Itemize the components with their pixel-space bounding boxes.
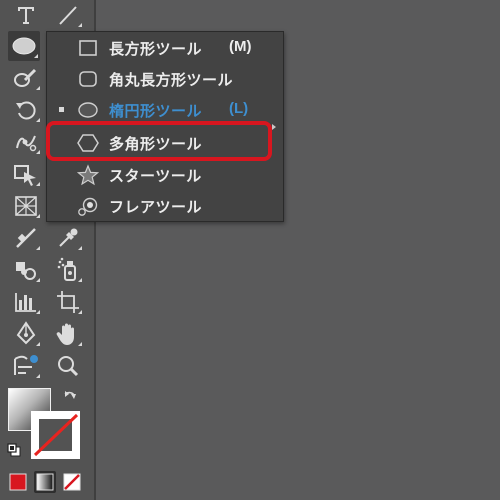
color-icon: [9, 473, 27, 491]
ellipse-icon: [78, 102, 98, 118]
blend-tool[interactable]: [10, 255, 42, 285]
zoom-tool[interactable]: [52, 351, 84, 381]
symbol-sprayer-tool[interactable]: [52, 255, 84, 285]
stroke-none-slash-icon: [33, 413, 79, 457]
color-mode-button[interactable]: [7, 471, 29, 493]
pen-tool[interactable]: [10, 319, 42, 349]
perspective-grid-tool[interactable]: [10, 191, 42, 221]
ellipse-tool[interactable]: [8, 31, 40, 61]
type-icon: [18, 7, 34, 24]
rectangle-icon: [79, 40, 97, 56]
type-tool[interactable]: [10, 0, 42, 30]
ellipse-tool-icon: [12, 37, 36, 55]
current-tool-indicator: [59, 107, 64, 112]
menu-item-shortcut: (M): [229, 38, 252, 55]
tearoff-arrow-icon[interactable]: [272, 124, 276, 130]
menu-item-star[interactable]: スターツール: [47, 159, 283, 190]
gradient-mode-button[interactable]: [34, 471, 56, 493]
none-mode-button[interactable]: [61, 471, 83, 493]
line-segment-icon: [59, 6, 77, 25]
artboard-tool[interactable]: [52, 287, 84, 317]
menu-item-label: 角丸長方形ツール: [109, 71, 234, 89]
paintbrush-tool[interactable]: [10, 63, 42, 93]
menu-item-label: スターツール: [109, 167, 202, 185]
menu-item-flare[interactable]: フレアツール: [47, 190, 283, 221]
hand-tool[interactable]: [52, 319, 84, 349]
star-icon: [77, 164, 99, 186]
line-segment-tool[interactable]: [52, 0, 84, 30]
menu-item-shortcut: (L): [229, 100, 249, 117]
none-icon: [63, 473, 81, 491]
rotate-tool[interactable]: [10, 95, 42, 125]
polygon-highlight-outline: [46, 121, 272, 161]
eyedropper-tool[interactable]: [52, 223, 84, 253]
gradient-icon: [16, 228, 36, 248]
zoom-icon: [58, 356, 79, 377]
menu-item-label: フレアツール: [109, 198, 203, 216]
pen-icon: [16, 321, 36, 345]
shape-builder-tool[interactable]: [10, 351, 42, 381]
rounded-rectangle-icon: [79, 71, 97, 87]
eyedropper-icon: [59, 228, 78, 247]
gradient-tool[interactable]: [10, 223, 42, 253]
rotate-icon: [16, 101, 36, 120]
gradient-mode-icon: [36, 473, 54, 491]
bar-graph-tool[interactable]: [10, 287, 42, 317]
free-transform-tool[interactable]: [10, 159, 42, 189]
menu-item-label: 長方形ツール: [109, 40, 203, 58]
default-colors-icon[interactable]: [6, 442, 22, 458]
flare-icon: [78, 197, 98, 216]
menu-item-label: 楕円形ツール: [109, 102, 203, 120]
menu-item-rectangle[interactable]: 長方形ツール (M): [47, 32, 283, 63]
puppet-warp-tool[interactable]: [10, 127, 42, 157]
swap-arrow-icon[interactable]: [62, 389, 78, 405]
menu-item-rounded-rectangle[interactable]: 角丸長方形ツール: [47, 63, 283, 94]
